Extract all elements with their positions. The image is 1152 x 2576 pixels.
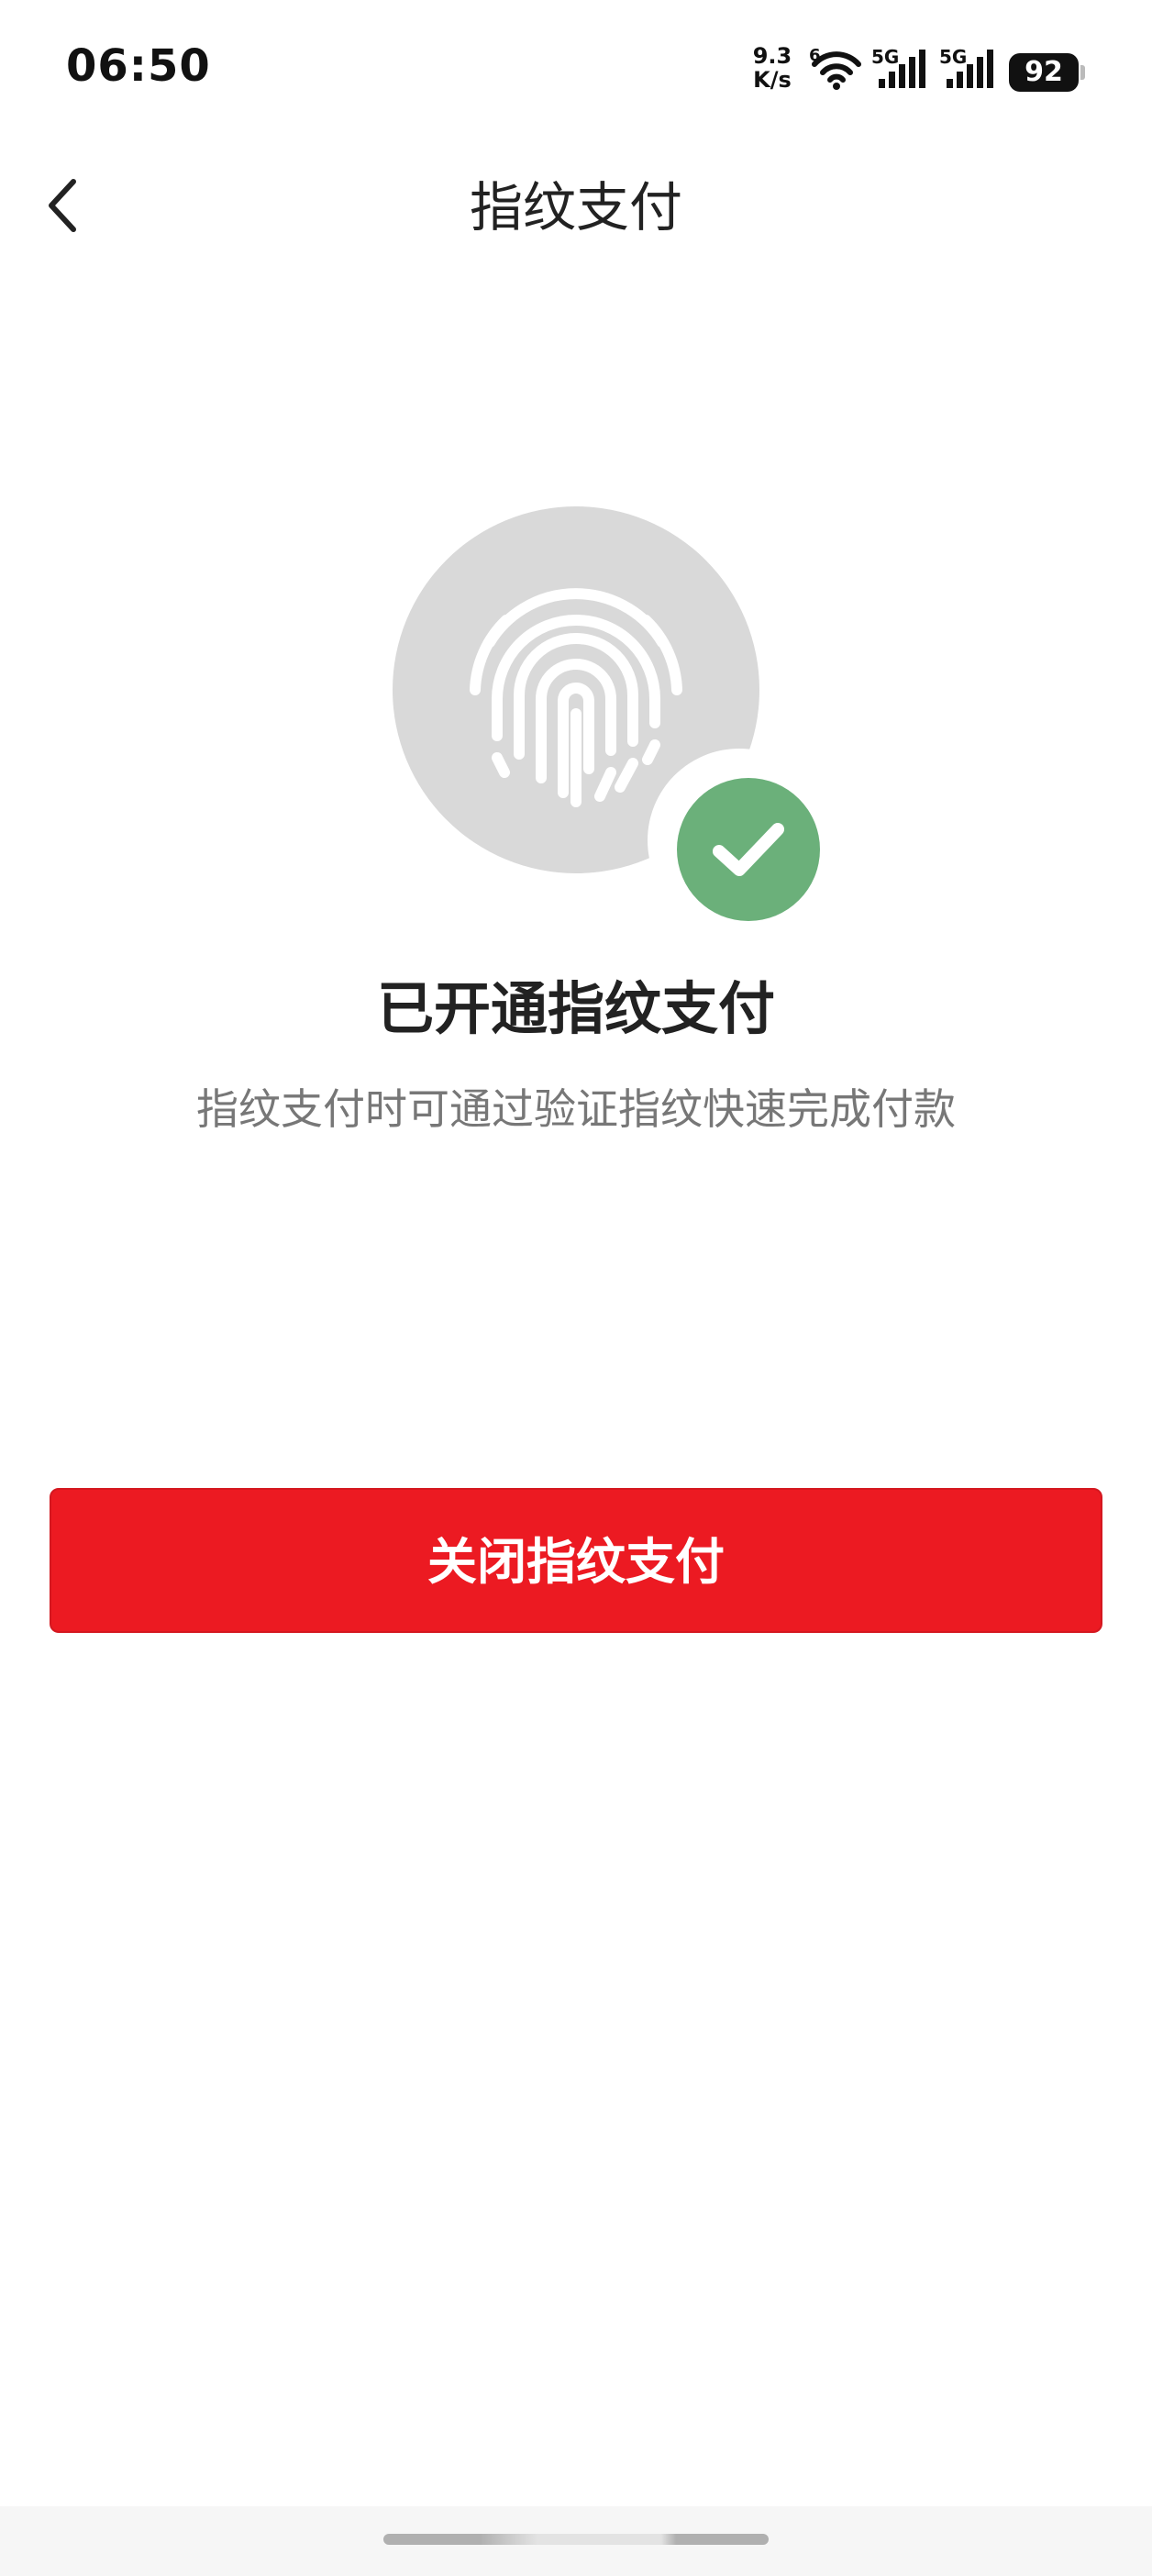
battery-tip [1080, 65, 1085, 80]
status-title: 已开通指纹支付 [376, 975, 775, 1042]
page-title: 指纹支付 [469, 176, 682, 239]
home-indicator[interactable] [383, 2534, 769, 2545]
signal-label-2: 5G [939, 46, 968, 68]
wifi-icon: 6 [807, 46, 864, 92]
network-speed: 9.3 K/s [745, 44, 800, 92]
signal-5g-icon-1: 5G [871, 46, 930, 92]
wifi-6-label: 6 [809, 46, 821, 65]
battery-indicator: 92 [1009, 53, 1079, 92]
status-bar: 06:50 9.3 K/s 6 5G 5G 92 [0, 0, 1152, 138]
fingerprint-icon [470, 588, 682, 807]
network-speed-unit: K/s [753, 67, 792, 93]
status-time: 06:50 [66, 40, 211, 92]
check-circle-icon [677, 778, 820, 921]
network-speed-value: 9.3 [752, 43, 792, 69]
signal-label-1: 5G [871, 46, 900, 68]
close-fingerprint-pay-button[interactable]: 关闭指纹支付 [50, 1488, 1102, 1633]
signal-5g-icon-2: 5G [939, 46, 998, 92]
check-icon [713, 823, 784, 876]
status-description: 指纹支付时可通过验证指纹快速完成付款 [196, 1084, 956, 1134]
